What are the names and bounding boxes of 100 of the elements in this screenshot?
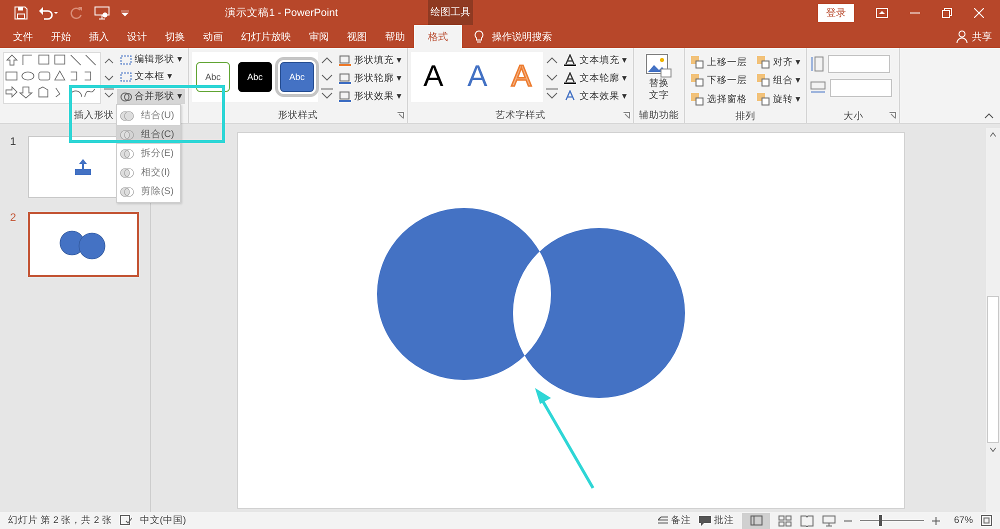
collapse-ribbon-icon[interactable]	[984, 113, 994, 119]
slide-sorter-icon[interactable]	[778, 514, 792, 526]
menu-item[interactable]: 拆分(E)	[117, 144, 180, 163]
slideshow-icon[interactable]	[94, 6, 110, 20]
share-button[interactable]: 共享	[972, 30, 992, 44]
ribbon-command[interactable]: 下移一层	[688, 72, 750, 89]
alt-text-button[interactable]: 替换文字	[646, 52, 672, 107]
context-tab-label: 绘图工具	[428, 0, 473, 25]
width-field[interactable]	[830, 79, 892, 97]
ribbon-tab[interactable]: 格式	[414, 25, 462, 48]
menu-item[interactable]: 剪除(S)	[117, 182, 180, 201]
circles-icon	[120, 90, 132, 102]
layers-icon	[690, 74, 704, 88]
slide-number: 2	[10, 212, 18, 226]
ribbon-command[interactable]: 文本填充 ▾	[561, 52, 630, 68]
ribbon-command[interactable]: 形状轮廓 ▾	[336, 70, 404, 86]
ribbon-tab[interactable]: 审阅	[300, 25, 338, 48]
tell-me-search[interactable]: 操作说明搜索	[492, 30, 552, 44]
circles-icon	[120, 128, 134, 140]
ribbon-command[interactable]: 文本轮廓 ▾	[561, 70, 630, 86]
normal-view-icon[interactable]	[742, 512, 770, 528]
menu-item[interactable]: 相交(I)	[117, 163, 180, 182]
group-label: 辅助功能	[638, 109, 679, 122]
layers-icon	[690, 92, 704, 106]
ribbon-command[interactable]: 文本框 ▾	[116, 69, 185, 84]
close-icon[interactable]	[974, 8, 984, 18]
height-icon	[810, 56, 824, 72]
ribbon-tab[interactable]: 切换	[156, 25, 194, 48]
ribbon-command[interactable]: 选择窗格	[688, 91, 750, 108]
letter-a-icon	[564, 54, 576, 66]
ribbon-tab[interactable]: 插入	[80, 25, 118, 48]
height-field[interactable]	[828, 55, 890, 73]
scroll-up-icon[interactable]	[989, 132, 997, 138]
zoom-percent[interactable]: 67%	[954, 515, 973, 526]
group-label: 插入形状	[74, 109, 114, 122]
fit-slide-icon[interactable]	[981, 515, 992, 526]
wordart-preset[interactable]: A	[459, 57, 496, 97]
group-label: 艺术字样式	[496, 109, 546, 122]
shape-style-preset[interactable]: Abc	[238, 62, 272, 92]
notes-button[interactable]: 备注	[658, 514, 691, 527]
group-label: 大小	[843, 110, 864, 123]
save-icon[interactable]	[14, 6, 28, 20]
ribbon-display-icon[interactable]	[876, 8, 888, 18]
scroll-down-icon[interactable]	[989, 446, 997, 452]
ribbon-tab[interactable]: 视图	[338, 25, 376, 48]
language-label[interactable]: 中文(中国)	[140, 514, 186, 527]
window-title: 演示文稿1 - PowerPoint	[225, 6, 338, 20]
dialog-launcher-icon[interactable]	[889, 112, 896, 119]
reading-view-icon[interactable]	[800, 514, 814, 526]
ribbon-command[interactable]: 组合 ▾	[754, 72, 804, 89]
shape-style-preset[interactable]: Abc	[196, 62, 230, 92]
layers-icon	[756, 92, 770, 106]
restore-icon[interactable]	[942, 8, 952, 18]
dialog-launcher-icon[interactable]	[397, 112, 404, 119]
group-label: 排列	[736, 110, 756, 123]
dialog-launcher-icon[interactable]	[622, 112, 630, 119]
ribbon-tab[interactable]: 动画	[194, 25, 232, 48]
menu-item[interactable]: 结合(U)	[117, 106, 180, 125]
ribbon-command[interactable]: 对齐 ▾	[754, 54, 804, 70]
zoom-in-icon[interactable]	[932, 516, 940, 524]
slide-counter: 幻灯片 第 2 张，共 2 张	[8, 514, 112, 527]
ribbon-command[interactable]: 形状效果 ▾	[336, 88, 404, 104]
fill-swatch-icon	[339, 54, 351, 66]
shape-gallery-drawing[interactable]	[3, 52, 101, 104]
letter-a-icon	[564, 72, 576, 84]
vertical-scrollbar[interactable]	[986, 128, 1000, 512]
ribbon-tab[interactable]: 文件	[4, 25, 42, 48]
slide-thumbnail[interactable]	[28, 212, 139, 277]
login-button[interactable]: 登录	[818, 4, 854, 22]
customize-caret-icon[interactable]	[120, 8, 130, 18]
layers-icon	[756, 56, 770, 68]
slideshow-view-icon[interactable]	[822, 514, 836, 526]
ribbon-tab[interactable]: 幻灯片放映	[232, 25, 300, 48]
circles-icon	[120, 110, 134, 122]
spelling-icon[interactable]	[120, 515, 132, 526]
combined-circles-shape[interactable]	[377, 208, 685, 398]
dashed-box-icon	[120, 70, 132, 82]
ribbon-command[interactable]: 编辑形状 ▾	[116, 52, 185, 67]
undo-icon[interactable]	[38, 6, 60, 20]
ribbon-tab[interactable]: 设计	[118, 25, 156, 48]
ribbon-tab[interactable]: 开始	[42, 25, 80, 48]
lines-icon	[658, 516, 668, 525]
ribbon-command[interactable]: 合并形状 ▾	[116, 89, 185, 104]
width-icon	[810, 81, 826, 95]
ribbon-command[interactable]: 文本效果 ▾	[561, 88, 630, 104]
ribbon-command[interactable]: 旋转 ▾	[754, 91, 804, 108]
group-label: 形状样式	[278, 109, 318, 122]
circles-icon	[120, 166, 134, 178]
layers-icon	[756, 74, 770, 88]
upload-icon	[72, 159, 92, 175]
ribbon-command[interactable]: 上移一层	[688, 54, 750, 70]
comments-button[interactable]: 批注	[698, 514, 734, 527]
circles-icon	[120, 186, 134, 198]
slide-number: 1	[10, 136, 18, 150]
ribbon-command[interactable]: 形状填充 ▾	[336, 52, 404, 68]
layers-icon	[690, 56, 704, 68]
wordart-preset[interactable]: A	[415, 57, 452, 97]
speech-bubble-icon	[698, 516, 711, 526]
ribbon-tab[interactable]: 帮助	[376, 25, 414, 48]
letter-a-icon	[564, 90, 576, 102]
